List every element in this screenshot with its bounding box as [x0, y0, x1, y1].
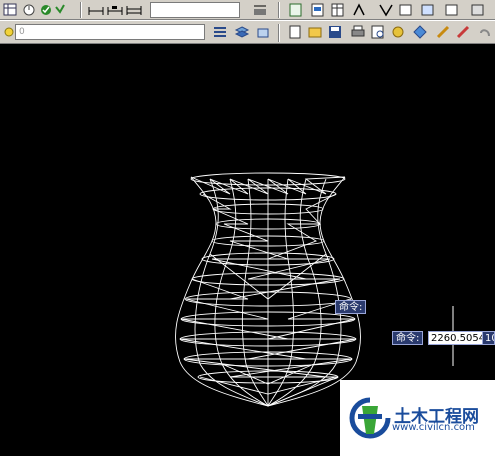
- publish-icon[interactable]: [390, 25, 406, 39]
- layer-list-icon[interactable]: [212, 25, 228, 39]
- dimension-aligned-icon[interactable]: [107, 3, 123, 17]
- command-tooltip: 命令:: [335, 300, 367, 314]
- toolbar-row-1: [0, 0, 495, 20]
- layer-stack-icon[interactable]: [234, 25, 250, 39]
- dynamic-input-field[interactable]: 2260.5054: [428, 331, 489, 345]
- render-icon[interactable]: [412, 25, 428, 39]
- help-icon[interactable]: [444, 3, 460, 17]
- logo-emblem-icon: [349, 397, 391, 439]
- print-icon[interactable]: [350, 25, 366, 39]
- zoom-extents-icon[interactable]: [420, 3, 436, 17]
- new-file-icon[interactable]: [288, 3, 304, 17]
- logo-url: www.civilcn.com: [392, 422, 475, 433]
- pencil-icon[interactable]: [435, 25, 451, 39]
- dimension-edit-icon[interactable]: [252, 3, 268, 17]
- separator: [80, 2, 82, 18]
- layer-manager-icon[interactable]: [3, 3, 19, 17]
- layer-previous-icon[interactable]: [255, 25, 271, 39]
- checkmark-icon[interactable]: [39, 3, 55, 17]
- brush-icon[interactable]: [455, 25, 471, 39]
- separator: [278, 2, 280, 18]
- watermark-logo: 土木工程网 www.civilcn.com: [340, 380, 495, 456]
- chevron-down-icon[interactable]: [54, 3, 70, 17]
- plot-preview-icon[interactable]: [370, 25, 386, 39]
- properties-icon[interactable]: [398, 3, 414, 17]
- tool-icon[interactable]: [470, 3, 486, 17]
- open-folder-icon[interactable]: [307, 25, 323, 39]
- measure-icon[interactable]: [352, 3, 368, 17]
- sun-icon[interactable]: [22, 3, 38, 17]
- style-combo[interactable]: [150, 2, 240, 18]
- separator: [278, 24, 280, 42]
- match-icon[interactable]: [378, 3, 394, 17]
- layer-combo[interactable]: 0: [15, 24, 205, 40]
- dimension-linear-icon[interactable]: [88, 3, 104, 17]
- dynamic-input-label: 命令:: [392, 331, 424, 345]
- dynamic-input-field-2[interactable]: 10: [482, 331, 495, 345]
- save-icon[interactable]: [327, 25, 343, 39]
- undo-icon[interactable]: [477, 25, 493, 39]
- toolbar-row-2: 0: [0, 20, 495, 44]
- new-drawing-icon[interactable]: [287, 25, 303, 39]
- table-icon[interactable]: [330, 3, 346, 17]
- layer-states-icon[interactable]: [310, 3, 326, 17]
- dimension-stack-icon[interactable]: [126, 3, 142, 17]
